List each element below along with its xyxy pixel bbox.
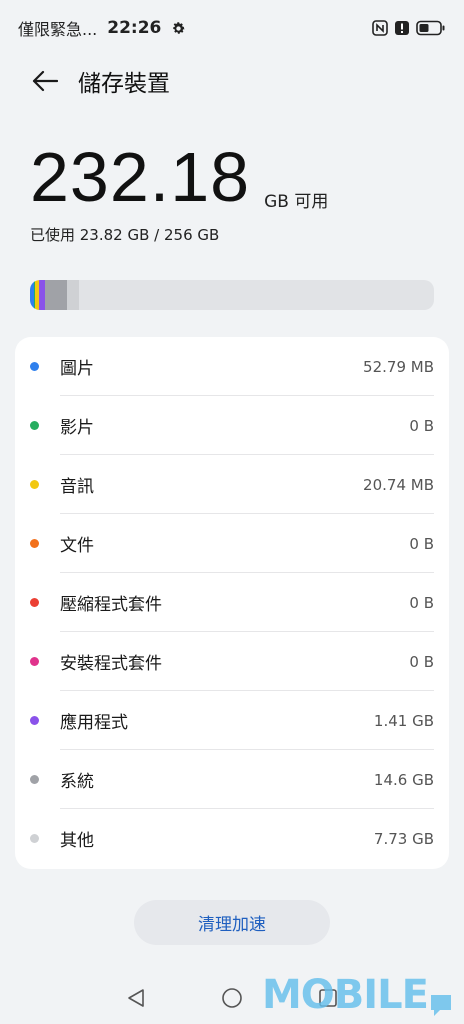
storage-usage-bar	[30, 280, 434, 310]
category-dot-icon	[30, 716, 39, 725]
category-size: 7.73 GB	[373, 829, 434, 848]
category-size: 20.74 MB	[363, 475, 434, 494]
available-amount: 232.18	[30, 138, 251, 216]
category-size: 0 B	[409, 534, 434, 553]
usage-segment	[45, 280, 67, 310]
category-label: 系統	[60, 772, 94, 792]
category-row[interactable]: 應用程式 1.41 GB	[15, 691, 449, 750]
status-right	[372, 20, 446, 36]
category-dot-icon	[30, 657, 39, 666]
storage-screen: 僅限緊急... 22:26 儲存裝置 232.18 GB 可用 已使用 23.8…	[0, 0, 464, 1024]
category-label: 圖片	[60, 359, 94, 379]
category-dot-icon	[30, 362, 39, 371]
category-row[interactable]: 安裝程式套件 0 B	[15, 632, 449, 691]
category-size: 0 B	[409, 416, 434, 435]
watermark-text: MOBILE	[262, 972, 429, 1018]
carrier-text: 僅限緊急...	[18, 20, 98, 39]
category-label: 應用程式	[60, 713, 128, 733]
category-label: 安裝程式套件	[60, 654, 162, 674]
category-dot-icon	[30, 834, 39, 843]
category-label: 其他	[60, 831, 94, 851]
available-unit: GB 可用	[264, 192, 329, 212]
status-bar: 僅限緊急... 22:26	[0, 0, 464, 56]
category-dot-icon	[30, 480, 39, 489]
page-title: 儲存裝置	[78, 71, 170, 97]
category-dot-icon	[30, 539, 39, 548]
category-label: 壓縮程式套件	[60, 595, 162, 615]
speech-bubble-icon	[430, 982, 452, 1016]
category-row[interactable]: 其他 7.73 GB	[15, 809, 449, 868]
category-dot-icon	[30, 775, 39, 784]
category-row[interactable]: 影片 0 B	[15, 396, 449, 455]
category-row[interactable]: 系統 14.6 GB	[15, 750, 449, 809]
app-header: 儲存裝置	[0, 56, 464, 106]
category-size: 14.6 GB	[373, 770, 434, 789]
category-row[interactable]: 音訊 20.74 MB	[15, 455, 449, 514]
nfc-icon	[372, 20, 388, 36]
category-label: 音訊	[60, 477, 94, 497]
usage-segment	[67, 280, 79, 310]
nav-back-icon[interactable]	[124, 986, 148, 1010]
category-row[interactable]: 壓縮程式套件 0 B	[15, 573, 449, 632]
nav-home-icon[interactable]	[220, 986, 244, 1010]
back-arrow-icon	[32, 70, 58, 92]
category-size: 0 B	[409, 593, 434, 612]
category-label: 文件	[60, 536, 94, 556]
category-row[interactable]: 文件 0 B	[15, 514, 449, 573]
storage-summary: 232.18 GB 可用 已使用 23.82 GB / 256 GB	[30, 136, 440, 245]
gear-icon	[171, 21, 186, 36]
category-list: 圖片 52.79 MB 影片 0 B 音訊 20.74 MB 文件 0 B 壓縮程式套件 0 B安…	[15, 337, 449, 869]
category-size: 1.41 GB	[373, 711, 434, 730]
used-summary: 已使用 23.82 GB / 256 GB	[30, 226, 220, 244]
alert-icon	[394, 20, 410, 36]
category-size: 52.79 MB	[363, 357, 434, 376]
watermark-logo: MOBILE	[262, 972, 452, 1018]
battery-icon	[416, 20, 446, 36]
clean-speedup-button[interactable]: 清理加速	[134, 900, 330, 945]
back-button[interactable]	[30, 66, 60, 96]
category-dot-icon	[30, 421, 39, 430]
clock-time: 22:26	[107, 18, 162, 38]
available-row: 232.18 GB 可用	[30, 136, 440, 218]
category-size: 0 B	[409, 652, 434, 671]
status-left: 僅限緊急... 22:26	[18, 16, 186, 40]
category-row[interactable]: 圖片 52.79 MB	[15, 337, 449, 396]
category-dot-icon	[30, 598, 39, 607]
category-label: 影片	[60, 418, 94, 438]
